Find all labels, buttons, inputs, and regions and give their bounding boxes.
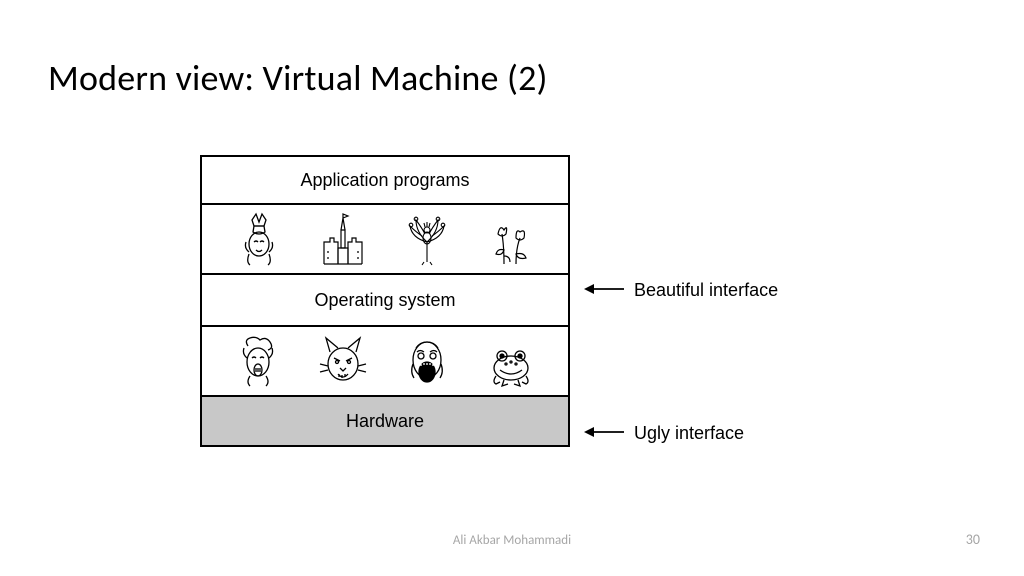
annotation-ugly-label: Ugly interface: [634, 423, 744, 444]
castle-icon: [318, 212, 368, 266]
layer-os-label: Operating system: [314, 290, 455, 311]
angry-cat-icon: [318, 334, 368, 388]
layer-ugly-icons: [202, 327, 568, 397]
layer-stack: Application programs Operating system: [200, 155, 570, 447]
toad-icon: [486, 334, 536, 388]
annotation-ugly-interface: Ugly interface: [584, 423, 744, 444]
peacock-icon: [402, 212, 452, 266]
layer-hardware-label: Hardware: [346, 411, 424, 432]
layer-hardware: Hardware: [202, 397, 568, 447]
footer-author: Ali Akbar Mohammadi: [0, 533, 1024, 548]
layer-diagram: Application programs Operating system: [200, 155, 570, 447]
screaming-face-icon: [402, 334, 452, 388]
flowers-icon: [486, 212, 536, 266]
layer-operating-system: Operating system: [202, 275, 568, 327]
slide: Modern view: Virtual Machine (2) Applica…: [0, 0, 1024, 576]
arrow-left-icon: [584, 423, 624, 444]
layer-beautiful-icons: [202, 205, 568, 275]
layer-applications: Application programs: [202, 157, 568, 205]
annotation-beautiful-label: Beautiful interface: [634, 280, 778, 301]
layer-applications-label: Application programs: [300, 170, 469, 191]
crowned-queen-icon: [234, 212, 284, 266]
footer-page-number: 30: [966, 531, 980, 548]
annotation-beautiful-interface: Beautiful interface: [584, 280, 778, 301]
slide-title: Modern view: Virtual Machine (2): [48, 56, 548, 100]
arrow-left-icon: [584, 280, 624, 301]
wild-man-icon: [234, 334, 284, 388]
